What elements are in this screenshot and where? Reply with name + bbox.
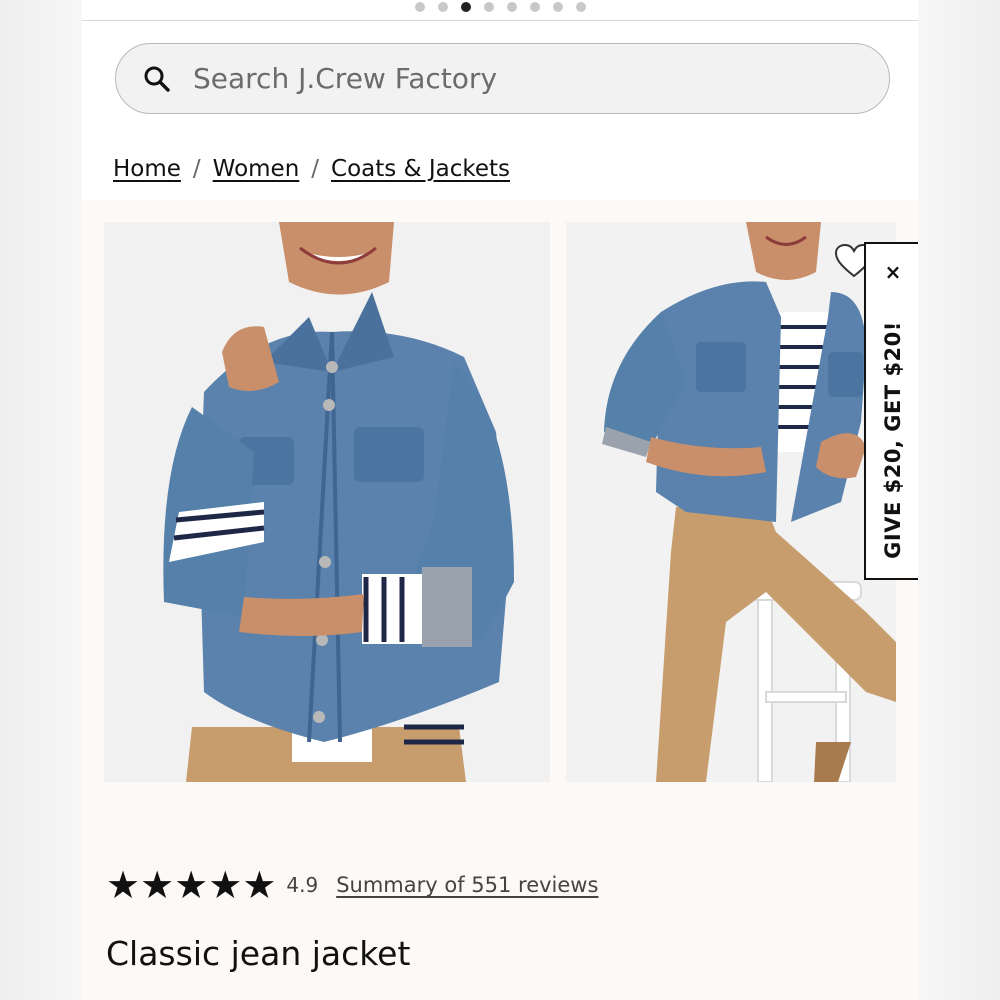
product-gallery-section: ★ ★ ★ ★ ★ 4.9 Summary of 551 reviews Cla… bbox=[82, 200, 918, 1000]
carousel-dots bbox=[82, 2, 918, 12]
carousel-dot[interactable] bbox=[483, 2, 494, 12]
breadcrumb-separator: / bbox=[192, 156, 201, 182]
promo-label[interactable]: GIVE $20, GET $20! bbox=[881, 321, 905, 559]
carousel-dot[interactable] bbox=[414, 2, 425, 12]
carousel-dot[interactable] bbox=[506, 2, 517, 12]
star-icon: ★ bbox=[106, 863, 141, 907]
breadcrumb-separator: / bbox=[311, 156, 320, 182]
carousel-dot[interactable] bbox=[575, 2, 586, 12]
divider bbox=[82, 20, 918, 21]
product-image-main[interactable] bbox=[104, 222, 550, 782]
carousel-dot[interactable] bbox=[529, 2, 540, 12]
breadcrumb-coats-jackets[interactable]: Coats & Jackets bbox=[331, 156, 510, 182]
breadcrumb: Home / Women / Coats & Jackets bbox=[113, 156, 510, 182]
star-icon: ★ bbox=[242, 863, 277, 907]
carousel-dot-active[interactable] bbox=[460, 2, 471, 12]
search-bar[interactable] bbox=[115, 43, 890, 114]
close-icon[interactable]: × bbox=[866, 260, 918, 284]
carousel-dot[interactable] bbox=[437, 2, 448, 12]
product-page: Home / Women / Coats & Jackets bbox=[82, 0, 918, 1000]
search-input[interactable] bbox=[193, 62, 793, 95]
rating-value: 4.9 bbox=[286, 873, 319, 897]
product-title: Classic jean jacket bbox=[106, 934, 411, 973]
breadcrumb-home[interactable]: Home bbox=[113, 156, 181, 182]
product-photo-seated bbox=[566, 222, 896, 782]
breadcrumb-women[interactable]: Women bbox=[213, 156, 300, 182]
star-icon: ★ bbox=[140, 863, 175, 907]
referral-promo-tab[interactable]: × GIVE $20, GET $20! bbox=[864, 242, 918, 580]
star-rating: ★ ★ ★ ★ ★ bbox=[106, 866, 276, 904]
product-image-secondary[interactable] bbox=[566, 222, 896, 782]
product-rating: ★ ★ ★ ★ ★ 4.9 Summary of 551 reviews bbox=[106, 866, 598, 904]
star-icon: ★ bbox=[174, 863, 209, 907]
product-photo-front bbox=[104, 222, 550, 782]
search-icon bbox=[144, 66, 170, 92]
star-icon: ★ bbox=[208, 863, 243, 907]
carousel-dot[interactable] bbox=[552, 2, 563, 12]
reviews-summary-link[interactable]: Summary of 551 reviews bbox=[336, 873, 598, 897]
